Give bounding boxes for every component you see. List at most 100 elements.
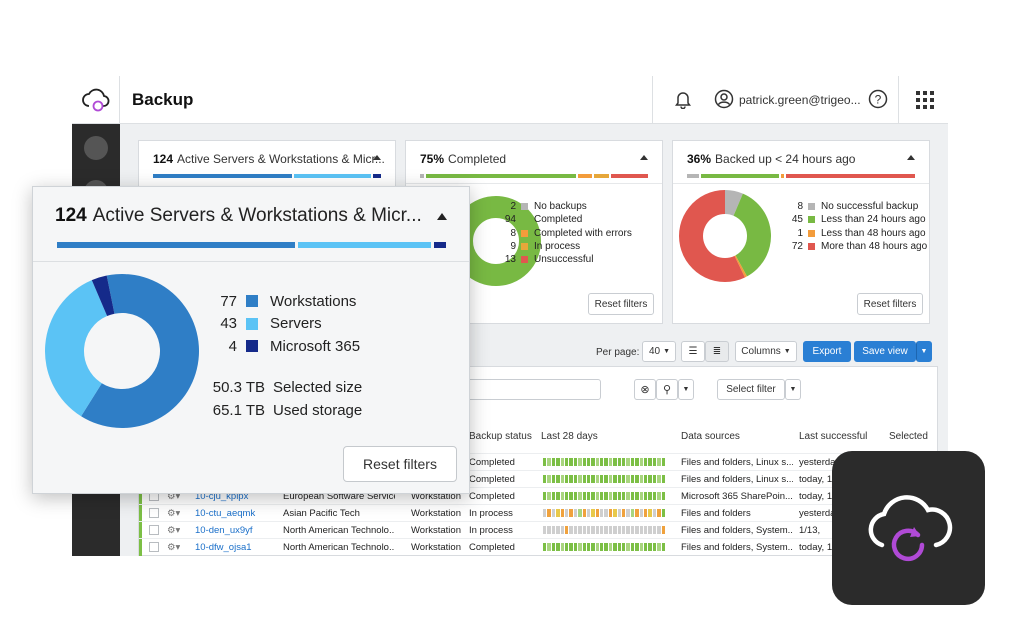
last-28-days-history[interactable] bbox=[543, 475, 665, 483]
card-count: 124 bbox=[55, 205, 87, 226]
card-count: 75% bbox=[420, 152, 445, 166]
device-type-donut-chart[interactable] bbox=[45, 274, 199, 428]
column-header-last-28-days[interactable]: Last 28 days bbox=[541, 431, 598, 442]
collapse-caret-icon[interactable] bbox=[907, 155, 915, 160]
search-options-icon[interactable]: ▼ bbox=[678, 379, 694, 400]
history-day bbox=[617, 509, 622, 517]
history-day bbox=[604, 492, 608, 500]
history-day bbox=[608, 458, 613, 466]
history-day bbox=[652, 526, 657, 534]
gear-icon[interactable]: ⚙▾ bbox=[167, 508, 180, 519]
legend-count: 45 bbox=[791, 214, 803, 226]
column-header-data-sources[interactable]: Data sources bbox=[681, 431, 740, 442]
column-header-selected[interactable]: Selected bbox=[889, 431, 928, 442]
search-input[interactable] bbox=[461, 379, 601, 400]
legend-item[interactable]: 2 No backups bbox=[494, 200, 632, 213]
selected-size-value: 50.3 TB bbox=[212, 379, 265, 396]
history-day bbox=[630, 458, 635, 466]
table-row[interactable]: ⚙▾ 10-dfw_ojsa1 North American Technolo.… bbox=[139, 538, 939, 556]
legend-item[interactable]: 94 Completed bbox=[494, 213, 632, 226]
select-filter-button[interactable]: Select filter bbox=[717, 379, 785, 400]
column-header-backup-status[interactable]: Backup status bbox=[469, 431, 532, 442]
chevron-down-icon: ▼ bbox=[663, 348, 671, 355]
reset-filters-button[interactable]: Reset filters bbox=[588, 293, 654, 315]
legend-item[interactable]: 43 Servers bbox=[215, 313, 360, 336]
columns-label: Columns bbox=[741, 346, 781, 357]
row-checkbox[interactable] bbox=[149, 525, 159, 535]
history-day bbox=[613, 492, 617, 500]
last-28-days-history[interactable] bbox=[543, 526, 665, 534]
last-28-days-history[interactable] bbox=[543, 543, 665, 551]
legend-item[interactable]: 1 Less than 48 hours ago bbox=[781, 227, 927, 240]
history-day bbox=[560, 492, 564, 500]
legend-item[interactable]: 8 No successful backup bbox=[781, 200, 927, 213]
reset-filters-button[interactable]: Reset filters bbox=[343, 446, 457, 482]
export-button[interactable]: Export bbox=[803, 341, 851, 362]
app-grid-icon[interactable] bbox=[916, 91, 934, 114]
list-view-icon[interactable]: ☰ bbox=[681, 341, 705, 362]
device-name-link[interactable]: 10-den_ux9yf bbox=[195, 525, 277, 536]
columns-button[interactable]: Columns ▼ bbox=[735, 341, 797, 362]
user-email[interactable]: patrick.green@trigeo... bbox=[739, 93, 861, 107]
history-day bbox=[639, 475, 643, 483]
user-avatar-icon[interactable] bbox=[714, 89, 734, 114]
device-name-link[interactable]: 10-ctu_aeqmk bbox=[195, 508, 277, 519]
legend-item[interactable]: 77 Workstations bbox=[215, 290, 360, 313]
row-checkbox[interactable] bbox=[149, 508, 159, 518]
legend-label: More than 48 hours ago bbox=[821, 241, 928, 253]
clear-search-icon[interactable]: ⊗ bbox=[634, 379, 656, 400]
collapse-caret-icon[interactable] bbox=[373, 155, 381, 160]
app-logo[interactable] bbox=[72, 76, 120, 124]
history-day bbox=[600, 492, 604, 500]
data-sources-cell: Files and folders, System... bbox=[681, 525, 793, 536]
last-28-days-history[interactable] bbox=[543, 458, 665, 466]
table-row[interactable]: ⚙▾ 10-den_ux9yf North American Technolo.… bbox=[139, 521, 939, 539]
backup-status-cell: In process bbox=[469, 525, 513, 536]
last-28-days-history[interactable] bbox=[543, 509, 665, 517]
legend-item[interactable]: 45 Less than 24 hours ago bbox=[781, 213, 927, 226]
backed-up-donut-chart[interactable] bbox=[679, 190, 771, 282]
save-view-button[interactable]: Save view bbox=[854, 341, 916, 362]
history-day bbox=[626, 458, 630, 466]
legend-swatch bbox=[521, 229, 528, 237]
legend-label: Completed with errors bbox=[534, 227, 632, 239]
gear-icon[interactable]: ⚙▾ bbox=[167, 542, 180, 553]
table-row[interactable]: ⚙▾ 10-ctu_aeqmk Asian Pacific Tech Works… bbox=[139, 504, 939, 522]
legend-item[interactable]: 4 Microsoft 365 bbox=[215, 335, 360, 358]
history-day bbox=[564, 475, 569, 483]
select-filter-dropdown-icon[interactable]: ▼ bbox=[785, 379, 801, 400]
selected-size-row: 50.3 TB Selected size bbox=[211, 379, 362, 396]
reset-filters-button[interactable]: Reset filters bbox=[857, 293, 923, 315]
history-day bbox=[622, 526, 626, 534]
backup-status-cell: In process bbox=[469, 508, 513, 519]
history-day bbox=[591, 458, 595, 466]
row-checkbox[interactable] bbox=[149, 542, 159, 552]
help-icon[interactable]: ? bbox=[868, 89, 888, 114]
legend-item[interactable]: 8 Completed with errors bbox=[494, 227, 632, 240]
save-view-dropdown-icon[interactable]: ▼ bbox=[916, 341, 932, 362]
page-title: Backup bbox=[132, 90, 194, 109]
device-name-link[interactable]: 10-dfw_ojsa1 bbox=[195, 542, 277, 553]
column-header-last-successful[interactable]: Last successful bbox=[799, 431, 867, 442]
history-day bbox=[573, 475, 578, 483]
compact-view-icon[interactable]: ≣ bbox=[705, 341, 729, 362]
history-day bbox=[556, 526, 560, 534]
legend-item[interactable]: 9 In process bbox=[494, 240, 632, 253]
collapse-caret-icon[interactable] bbox=[640, 155, 648, 160]
legend-count: 9 bbox=[510, 241, 516, 253]
gear-icon[interactable]: ⚙▾ bbox=[167, 525, 180, 536]
search-icon[interactable]: ⚲ bbox=[656, 379, 678, 400]
bell-icon[interactable] bbox=[674, 89, 692, 114]
last-28-days-history[interactable] bbox=[543, 492, 665, 500]
history-day bbox=[617, 475, 622, 483]
history-day bbox=[643, 475, 648, 483]
legend-item[interactable]: 72 More than 48 hours ago bbox=[781, 240, 927, 253]
rail-item[interactable] bbox=[84, 136, 108, 160]
history-day bbox=[608, 543, 613, 551]
collapse-caret-icon[interactable] bbox=[437, 213, 447, 220]
card-title: Active Servers & Workstations & Micr... bbox=[177, 152, 385, 166]
per-page-select[interactable]: 40 ▼ bbox=[642, 341, 676, 362]
history-day bbox=[564, 492, 569, 500]
legend-item[interactable]: 13 Unsuccessful bbox=[494, 253, 632, 266]
history-day bbox=[661, 526, 665, 534]
